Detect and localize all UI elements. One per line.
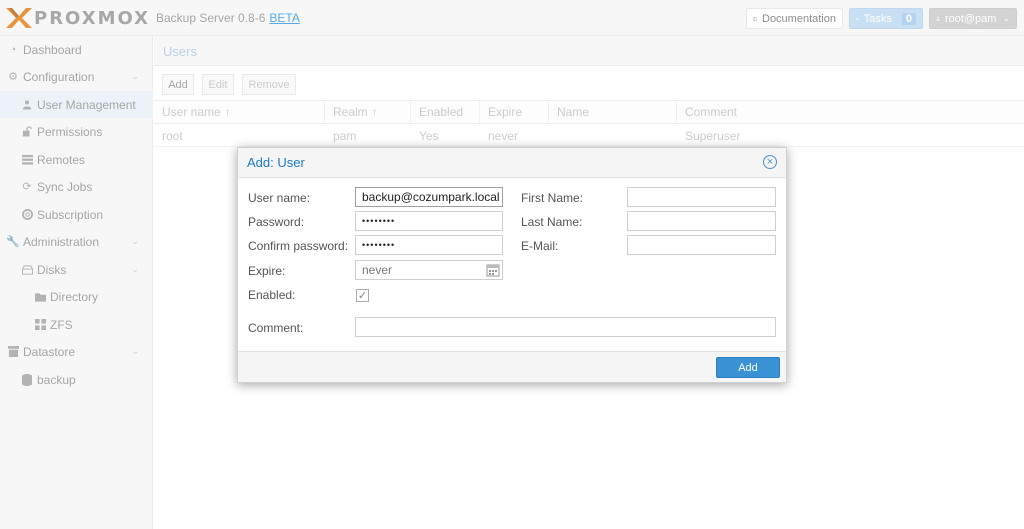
expire-date-field[interactable]: never xyxy=(355,260,503,280)
comment-label: Comment: xyxy=(248,321,304,335)
password-label: Password: xyxy=(248,215,305,229)
first-name-label: First Name: xyxy=(521,191,584,205)
close-icon[interactable]: × xyxy=(763,155,777,169)
confirm-password-field[interactable]: •••••••• xyxy=(355,235,503,255)
email-label: E-Mail: xyxy=(521,239,559,253)
expire-value: never xyxy=(362,263,393,277)
last-name-field[interactable] xyxy=(627,211,776,231)
dialog-title: Add: User xyxy=(247,155,305,170)
password-field[interactable]: •••••••• xyxy=(355,211,503,231)
dialog-header: Add: User × xyxy=(238,148,786,178)
username-field[interactable]: backup@cozumpark.local xyxy=(355,187,503,207)
check-icon: ✓ xyxy=(357,290,368,302)
confirm-password-label: Confirm password: xyxy=(248,239,349,253)
last-name-label: Last Name: xyxy=(521,215,583,229)
dialog-footer: Add xyxy=(238,351,786,382)
username-label: User name: xyxy=(248,191,311,205)
calendar-icon[interactable] xyxy=(486,263,500,277)
add-user-dialog: Add: User × User name: backup@cozumpark.… xyxy=(237,147,787,383)
comment-field[interactable] xyxy=(355,317,776,337)
add-button[interactable]: Add xyxy=(716,357,780,378)
expire-label: Expire: xyxy=(248,264,286,278)
email-field[interactable] xyxy=(627,235,776,255)
enabled-checkbox[interactable]: ✓ xyxy=(356,289,369,302)
first-name-field[interactable] xyxy=(627,187,776,207)
enabled-label: Enabled: xyxy=(248,288,296,302)
